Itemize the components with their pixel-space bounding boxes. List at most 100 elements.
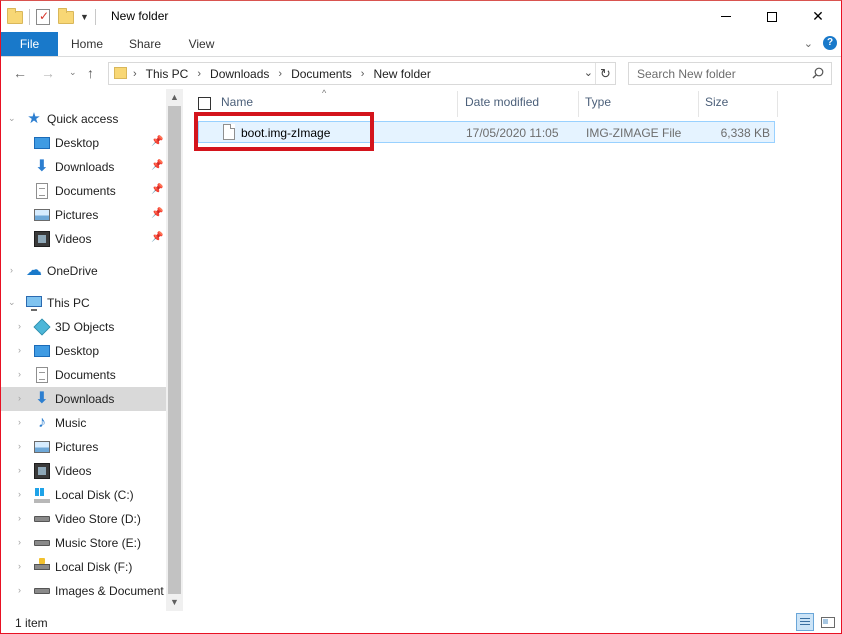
drive-icon (34, 540, 50, 546)
pin-icon: 📌 (151, 160, 164, 171)
expand-ribbon-chevron-icon[interactable]: ⌄ (804, 37, 813, 50)
tab-share[interactable]: Share (116, 32, 174, 56)
maximize-button[interactable] (749, 1, 795, 32)
large-icons-view-icon[interactable] (818, 613, 836, 631)
address-dropdown-chevron-icon[interactable]: ⌄ (584, 66, 593, 79)
nav-item-3d-objects[interactable]: › 3D Objects (1, 315, 166, 339)
nav-label: Desktop (55, 344, 100, 358)
nav-item-images-documents[interactable]: › Images & Document (1, 579, 166, 603)
tab-file[interactable]: File (1, 32, 58, 56)
nav-label: Documents (55, 368, 116, 382)
nav-item-quick-access[interactable]: ⌄ ★ Quick access (1, 107, 166, 131)
address-bar[interactable]: › This PC › Downloads › Documents › New … (108, 62, 616, 85)
downloads-icon: ⬇ (35, 390, 49, 407)
breadcrumb-this-pc[interactable]: This PC (146, 67, 189, 81)
column-header-size[interactable]: Size (705, 95, 728, 113)
recent-locations-chevron-icon[interactable]: ⌄ (69, 67, 77, 78)
pin-icon: 📌 (151, 136, 164, 147)
folder-icon[interactable] (7, 8, 23, 25)
nav-item-desktop[interactable]: › Desktop (1, 339, 166, 363)
back-arrow-icon[interactable]: ← (13, 65, 27, 81)
scroll-down-arrow-icon[interactable]: ▼ (166, 594, 183, 611)
3d-objects-icon (33, 318, 51, 336)
forward-arrow-icon[interactable]: → (41, 65, 55, 81)
nav-item-music[interactable]: › ♪ Music (1, 411, 166, 435)
expand-chevron-icon[interactable]: › (18, 417, 21, 427)
expand-chevron-icon[interactable]: › (18, 321, 21, 331)
expand-chevron-icon[interactable]: › (10, 265, 13, 275)
drive-icon (34, 588, 50, 594)
expand-chevron-icon[interactable]: › (18, 585, 21, 595)
nav-item-video-store-d[interactable]: › Video Store (D:) (1, 507, 166, 531)
expand-chevron-icon[interactable]: › (18, 345, 21, 355)
expand-chevron-icon[interactable]: › (18, 561, 21, 571)
select-all-checkbox[interactable] (198, 97, 211, 110)
search-input[interactable] (629, 63, 809, 84)
nav-item-downloads-pinned[interactable]: ⬇ Downloads 📌 (1, 155, 166, 179)
nav-label: OneDrive (47, 264, 98, 278)
breadcrumb-documents[interactable]: Documents (291, 67, 352, 81)
details-view-icon[interactable] (796, 613, 814, 631)
nav-label: Pictures (55, 208, 99, 222)
expand-chevron-icon[interactable]: › (18, 393, 21, 403)
expand-chevron-icon[interactable]: › (18, 369, 21, 379)
nav-item-downloads[interactable]: › ⬇ Downloads (1, 387, 166, 411)
expand-chevron-icon[interactable]: › (18, 513, 21, 523)
breadcrumb-chevron-icon[interactable]: › (361, 68, 365, 80)
scroll-thumb[interactable] (168, 106, 181, 594)
tab-view[interactable]: View (174, 32, 229, 56)
nav-label: Local Disk (C:) (55, 488, 134, 502)
tab-home[interactable]: Home (58, 32, 116, 56)
customize-dropdown-icon[interactable]: ▼ (80, 12, 89, 22)
breadcrumb-new-folder[interactable]: New folder (373, 67, 430, 81)
minimize-button[interactable] (703, 1, 749, 32)
breadcrumb-chevron-icon[interactable]: › (278, 68, 282, 80)
nav-label: 3D Objects (55, 320, 115, 334)
nav-item-desktop-pinned[interactable]: Desktop 📌 (1, 131, 166, 155)
column-divider[interactable] (578, 91, 579, 117)
close-button[interactable]: ✕ (795, 1, 841, 32)
column-divider[interactable] (698, 91, 699, 117)
search-icon[interactable] (812, 67, 824, 79)
file-explorer-window: ▼ New folder ✕ File Home Share View ⌄ ? … (0, 0, 842, 634)
expand-chevron-icon[interactable]: ⌄ (8, 113, 16, 124)
nav-label: Music Store (E:) (55, 536, 142, 550)
column-divider[interactable] (777, 91, 778, 117)
help-icon[interactable]: ? (823, 36, 837, 50)
nav-label: Pictures (55, 440, 99, 454)
expand-chevron-icon[interactable]: ⌄ (8, 297, 16, 308)
nav-item-documents-pinned[interactable]: Documents 📌 (1, 179, 166, 203)
scroll-up-arrow-icon[interactable]: ▲ (166, 89, 183, 106)
nav-item-pictures-pinned[interactable]: Pictures 📌 (1, 203, 166, 227)
onedrive-cloud-icon: ☁ (26, 262, 42, 279)
nav-item-music-store-e[interactable]: › Music Store (E:) (1, 531, 166, 555)
column-header-name[interactable]: Name (221, 95, 253, 113)
expand-chevron-icon[interactable]: › (18, 489, 21, 499)
refresh-icon[interactable]: ↻ (595, 63, 615, 84)
new-folder-icon[interactable] (58, 8, 74, 25)
column-header-date-modified[interactable]: Date modified (465, 95, 539, 113)
nav-item-documents[interactable]: › Documents (1, 363, 166, 387)
up-arrow-icon[interactable]: ↑ (87, 65, 94, 81)
nav-item-videos-pinned[interactable]: Videos 📌 (1, 227, 166, 251)
column-divider[interactable] (457, 91, 458, 117)
column-header-type[interactable]: Type (585, 95, 611, 113)
breadcrumb-downloads[interactable]: Downloads (210, 67, 269, 81)
nav-item-local-disk-f[interactable]: › Local Disk (F:) (1, 555, 166, 579)
pin-icon: 📌 (151, 208, 164, 219)
nav-item-local-disk-c[interactable]: › Local Disk (C:) (1, 483, 166, 507)
expand-chevron-icon[interactable]: › (18, 465, 21, 475)
expand-chevron-icon[interactable]: › (18, 537, 21, 547)
nav-label: This PC (47, 296, 90, 310)
nav-item-this-pc[interactable]: ⌄ This PC (1, 291, 166, 315)
properties-icon[interactable] (36, 9, 52, 25)
expand-chevron-icon[interactable]: › (18, 441, 21, 451)
nav-item-onedrive[interactable]: › ☁ OneDrive (1, 259, 166, 283)
breadcrumb-chevron-icon[interactable]: › (197, 68, 201, 80)
nav-item-pictures[interactable]: › Pictures (1, 435, 166, 459)
nav-scrollbar[interactable]: ▲ ▼ (166, 89, 183, 611)
window-title: New folder (111, 9, 169, 23)
breadcrumb-chevron-icon[interactable]: › (133, 68, 137, 80)
nav-item-videos[interactable]: › Videos (1, 459, 166, 483)
this-pc-icon (26, 296, 42, 311)
